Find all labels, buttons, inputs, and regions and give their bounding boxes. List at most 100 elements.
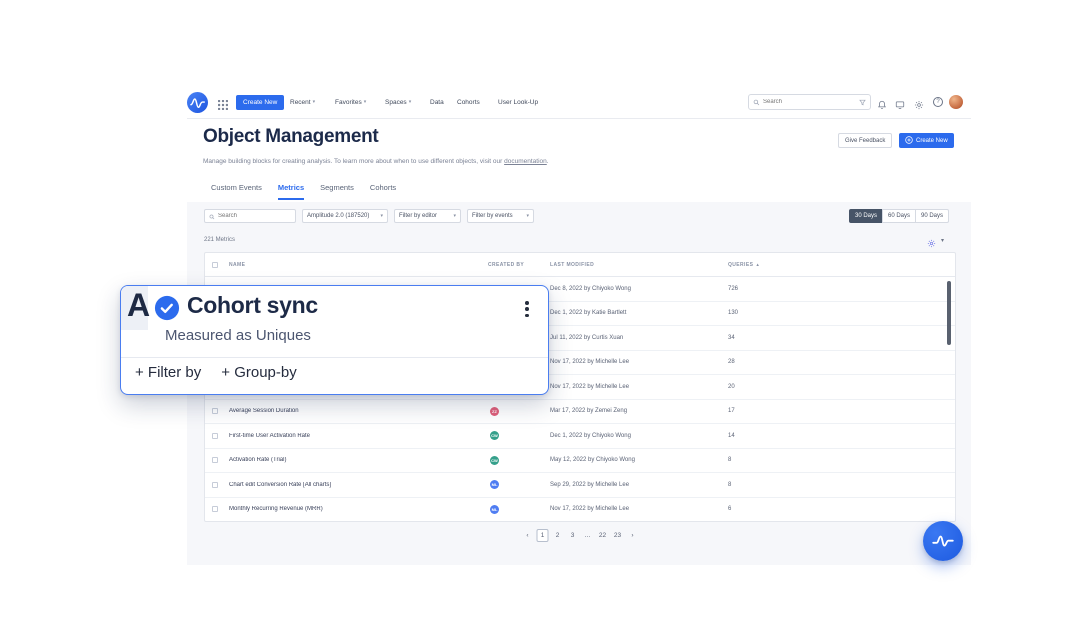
global-search[interactable] bbox=[748, 94, 871, 110]
select-all-checkbox[interactable] bbox=[212, 262, 218, 268]
add-filter-button[interactable]: + Filter by bbox=[135, 364, 201, 381]
last-modified: Sep 29, 2022 by Michelle Lee bbox=[545, 482, 720, 488]
page-23[interactable]: 23 bbox=[612, 529, 624, 542]
creator-avatar: CW bbox=[490, 456, 499, 465]
prev-page-icon[interactable]: ‹ bbox=[522, 529, 534, 542]
last-modified: Dec 1, 2022 by Katie Bartlett bbox=[545, 310, 720, 316]
amplitude-logo-icon[interactable] bbox=[187, 92, 208, 113]
page-title: Object Management bbox=[203, 126, 378, 148]
page-ellipsis: … bbox=[582, 529, 594, 542]
nav-item-recent[interactable]: Recent▾ bbox=[290, 99, 315, 106]
page-1[interactable]: 1 bbox=[537, 529, 549, 542]
row-checkbox[interactable] bbox=[212, 482, 218, 488]
nav-divider bbox=[187, 118, 971, 119]
creator-avatar: ZZ bbox=[490, 407, 499, 416]
row-checkbox[interactable] bbox=[212, 457, 218, 463]
metric-title: Cohort sync bbox=[187, 292, 318, 319]
queries-count: 34 bbox=[720, 335, 955, 341]
tab-custom-events[interactable]: Custom Events bbox=[211, 183, 262, 200]
metric-name[interactable]: Chart edit Conversion Rate [All charts] bbox=[225, 482, 465, 488]
nav-item-cohorts[interactable]: Cohorts bbox=[457, 99, 480, 106]
queries-count: 130 bbox=[720, 310, 955, 316]
tab-metrics[interactable]: Metrics bbox=[278, 183, 304, 200]
page-22[interactable]: 22 bbox=[597, 529, 609, 542]
chevron-down-icon: ▾ bbox=[380, 214, 383, 219]
measured-as-label: Measured as Uniques bbox=[165, 327, 311, 344]
verified-badge-icon bbox=[154, 295, 180, 321]
table-row[interactable]: Chart edit Conversion Rate [All charts] … bbox=[205, 473, 955, 498]
settings-gear-icon[interactable] bbox=[914, 97, 924, 115]
table-row[interactable]: Monthly Recurring Revenue (MRR) ML Nov 1… bbox=[205, 498, 955, 523]
metric-name[interactable]: Activation Rate (Trial) bbox=[225, 457, 465, 463]
magnified-letter: A bbox=[127, 287, 150, 324]
next-page-icon[interactable]: › bbox=[627, 529, 639, 542]
filter-funnel-icon[interactable] bbox=[859, 93, 866, 111]
display-monitor-icon[interactable] bbox=[895, 97, 905, 115]
create-new-button[interactable]: Create New bbox=[899, 133, 954, 148]
last-modified: Dec 8, 2022 by Chiyoko Wong bbox=[545, 286, 720, 292]
metric-name[interactable]: Average Session Duration bbox=[225, 408, 465, 414]
kebab-menu-icon[interactable] bbox=[523, 299, 531, 319]
metric-name[interactable]: Monthly Recurring Revenue (MRR) bbox=[225, 506, 465, 512]
help-icon[interactable]: ? bbox=[933, 97, 943, 107]
filter-by-events-dropdown[interactable]: Filter by events▾ bbox=[467, 209, 534, 223]
queries-count: 8 bbox=[720, 482, 955, 488]
user-avatar[interactable] bbox=[949, 95, 963, 109]
table-scrollbar[interactable] bbox=[947, 281, 951, 345]
nav-item-spaces[interactable]: Spaces▾ bbox=[385, 99, 411, 106]
nav-item-favorites[interactable]: Favorites▾ bbox=[335, 99, 366, 106]
metric-name[interactable]: First-time User Activation Rate bbox=[225, 433, 465, 439]
project-selector-dropdown[interactable]: Amplitude 2.0 (187520)▾ bbox=[302, 209, 388, 223]
object-tabs: Custom Events Metrics Segments Cohorts bbox=[211, 183, 396, 200]
page-subtitle: Manage building blocks for creating anal… bbox=[203, 158, 549, 165]
queries-count: 17 bbox=[720, 408, 955, 414]
give-feedback-button[interactable]: Give Feedback bbox=[838, 133, 892, 148]
table-row[interactable]: Activation Rate (Trial) CW May 12, 2022 … bbox=[205, 449, 955, 474]
sort-caret-icon: ▴ bbox=[756, 262, 759, 268]
table-row[interactable]: First-time User Activation Rate CW Dec 1… bbox=[205, 424, 955, 449]
tab-segments[interactable]: Segments bbox=[320, 183, 354, 200]
notifications-bell-icon[interactable] bbox=[877, 97, 887, 115]
collapse-chevron-icon[interactable]: ▾ bbox=[941, 237, 944, 244]
apps-grid-icon[interactable] bbox=[218, 97, 228, 115]
page-2[interactable]: 2 bbox=[552, 529, 564, 542]
add-group-by-button[interactable]: + Group-by bbox=[221, 364, 296, 381]
column-header-name[interactable]: NAME bbox=[225, 262, 465, 268]
range-30-days[interactable]: 30 Days bbox=[849, 209, 883, 223]
documentation-link[interactable]: documentation bbox=[504, 158, 547, 165]
nav-item-data[interactable]: Data bbox=[430, 99, 444, 106]
divider bbox=[121, 357, 548, 358]
assistant-fab-button[interactable] bbox=[923, 521, 963, 561]
table-header-row: NAME CREATED BY LAST MODIFIED QUERIES▴ bbox=[205, 253, 955, 277]
nav-create-new-button[interactable]: Create New bbox=[236, 95, 284, 110]
tab-cohorts[interactable]: Cohorts bbox=[370, 183, 396, 200]
row-checkbox[interactable] bbox=[212, 433, 218, 439]
nav-item-user-look-up[interactable]: User Look-Up bbox=[498, 99, 538, 106]
column-header-created-by[interactable]: CREATED BY bbox=[465, 262, 545, 268]
last-modified: Nov 17, 2022 by Michelle Lee bbox=[545, 359, 720, 365]
metrics-search-input[interactable] bbox=[218, 213, 291, 219]
row-checkbox[interactable] bbox=[212, 408, 218, 414]
range-60-days[interactable]: 60 Days bbox=[882, 209, 916, 223]
filter-by-editor-dropdown[interactable]: Filter by editor▾ bbox=[394, 209, 461, 223]
search-icon bbox=[209, 207, 215, 225]
customize-columns-gear-icon[interactable] bbox=[927, 235, 936, 253]
date-range-toggle: 30 Days 60 Days 90 Days bbox=[849, 209, 949, 223]
page-3[interactable]: 3 bbox=[567, 529, 579, 542]
row-checkbox[interactable] bbox=[212, 506, 218, 512]
search-icon bbox=[753, 93, 760, 111]
queries-count: 8 bbox=[720, 457, 955, 463]
last-modified: May 12, 2022 by Chiyoko Wong bbox=[545, 457, 720, 463]
plus-circle-icon bbox=[905, 136, 913, 146]
column-header-last-modified[interactable]: LAST MODIFIED bbox=[545, 262, 720, 268]
column-header-queries[interactable]: QUERIES▴ bbox=[720, 262, 955, 268]
range-90-days[interactable]: 90 Days bbox=[915, 209, 949, 223]
queries-count: 6 bbox=[720, 506, 955, 512]
pagination: ‹ 1 2 3 … 22 23 › bbox=[522, 529, 639, 542]
last-modified: Mar 17, 2022 by Zemei Zeng bbox=[545, 408, 720, 414]
table-row[interactable]: Average Session Duration ZZ Mar 17, 2022… bbox=[205, 400, 955, 425]
metrics-search[interactable] bbox=[204, 209, 296, 223]
queries-count: 28 bbox=[720, 359, 955, 365]
global-search-input[interactable] bbox=[763, 99, 856, 105]
chevron-down-icon: ▾ bbox=[364, 100, 367, 105]
